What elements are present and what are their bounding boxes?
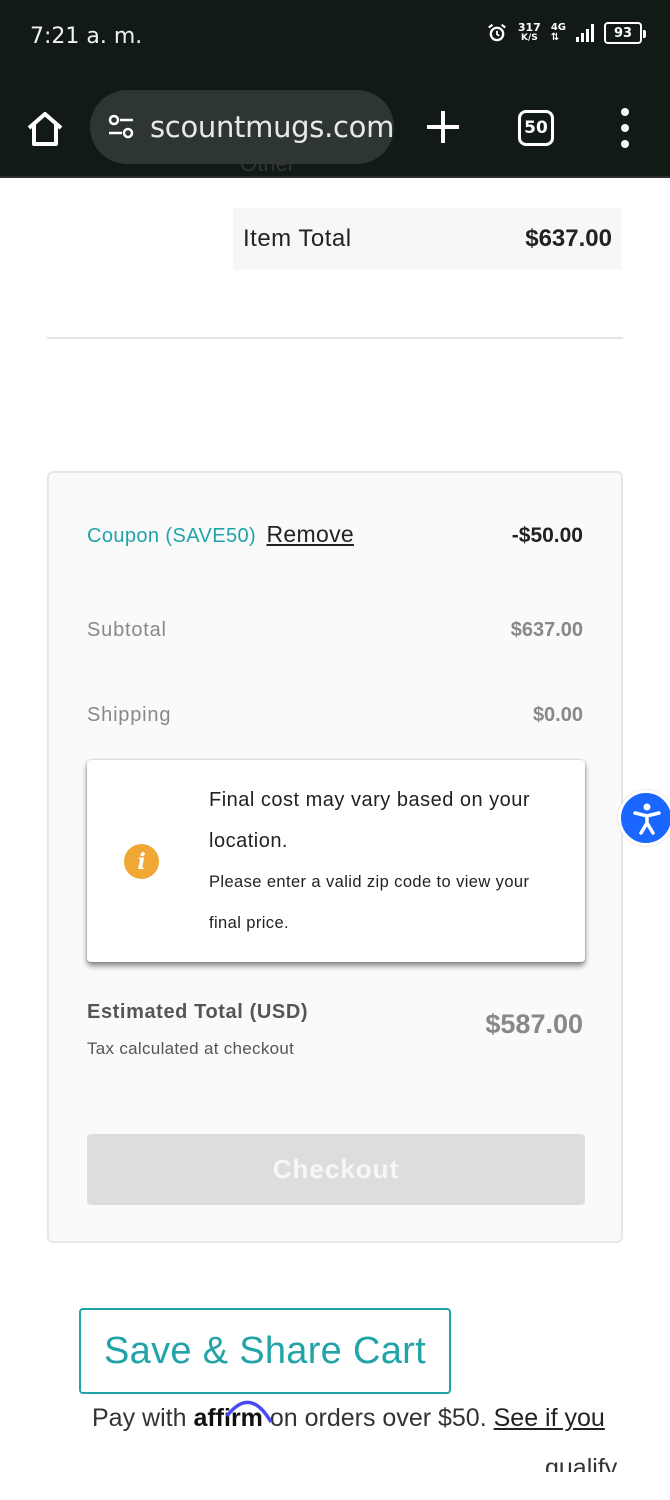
subtotal-row: Subtotal $637.00 — [87, 619, 583, 642]
data-arrows-icon: ⇅ — [550, 32, 560, 43]
tab-count: 50 — [524, 118, 548, 138]
estimated-total-label: Estimated Total (USD) — [87, 1001, 309, 1023]
location-notice-popup: i Final cost may vary based on your loca… — [87, 760, 585, 962]
affirm-arc-icon — [226, 1400, 273, 1423]
affirm-prefix: Pay with — [92, 1404, 194, 1432]
alarm-icon — [487, 23, 506, 42]
item-total-label: Item Total — [243, 225, 352, 252]
accessibility-button[interactable] — [618, 790, 670, 846]
see-if-you-qualify-link[interactable]: See if you — [494, 1404, 605, 1432]
checkout-button[interactable]: Checkout — [87, 1134, 585, 1205]
notice-body: Please enter a valid zip code to view yo… — [209, 873, 530, 932]
save-share-cart-button[interactable]: Save & Share Cart — [79, 1308, 451, 1394]
item-total-value: $637.00 — [525, 225, 612, 252]
shipping-value: $0.00 — [532, 704, 583, 726]
status-icons: 317 K/S 4G ⇅ 93 — [486, 22, 646, 44]
remove-coupon-link[interactable]: Remove — [267, 521, 354, 547]
qualify-link-text: qualify — [545, 1454, 618, 1472]
battery-icon: 93 — [604, 22, 646, 44]
battery-level: 93 — [613, 25, 633, 41]
site-settings-icon[interactable] — [106, 112, 136, 142]
subtotal-label: Subtotal — [87, 619, 167, 641]
coupon-info: Coupon (SAVE50) Remove — [87, 521, 354, 548]
shipping-label: Shipping — [87, 704, 172, 726]
tax-note: Tax calculated at checkout — [87, 1039, 295, 1058]
section-divider — [47, 337, 623, 339]
new-tab-icon[interactable] — [424, 108, 462, 146]
qualify-link-continuation[interactable]: qualify — [545, 1450, 617, 1472]
accessibility-icon — [633, 803, 661, 835]
coupon-row: Coupon (SAVE50) Remove -$50.00 — [87, 521, 583, 548]
shipping-row: Shipping $0.00 — [87, 704, 583, 727]
coupon-label: Coupon (SAVE50) — [87, 525, 257, 547]
signal-strength-icon — [576, 24, 594, 42]
browser-toolbar: scountmugs.com 50 — [0, 80, 670, 178]
address-bar[interactable]: scountmugs.com — [90, 90, 394, 164]
net-speed-unit: K/S — [520, 33, 538, 43]
affirm-promo: Pay with affirm on orders over $50. See … — [92, 1400, 652, 1436]
item-total-row: Item Total $637.00 — [233, 208, 622, 270]
url-text: scountmugs.com — [150, 110, 394, 144]
estimated-total-value: $587.00 — [485, 1009, 583, 1039]
more-menu-icon[interactable] — [614, 108, 636, 148]
net-speed-indicator: 317 K/S — [518, 22, 541, 44]
affirm-middle: on orders over $50. — [262, 1404, 494, 1432]
partial-row-label: Other — [240, 164, 295, 186]
status-bar: 7:21 a. m. 317 K/S 4G ⇅ 93 — [0, 0, 670, 80]
network-type: 4G ⇅ — [551, 23, 566, 43]
notice-title: Final cost may vary based on your locati… — [209, 789, 531, 852]
affirm-logo: affirm — [193, 1400, 273, 1436]
partial-row-text: Other — [240, 164, 295, 176]
coupon-amount: -$50.00 — [511, 524, 583, 547]
tab-switcher-button[interactable]: 50 — [518, 110, 554, 146]
info-icon: i — [124, 844, 159, 879]
status-time: 7:21 a. m. — [30, 24, 143, 49]
subtotal-value: $637.00 — [510, 619, 583, 641]
home-icon[interactable] — [24, 108, 66, 150]
order-summary-panel: Coupon (SAVE50) Remove -$50.00 Subtotal … — [47, 471, 623, 1243]
